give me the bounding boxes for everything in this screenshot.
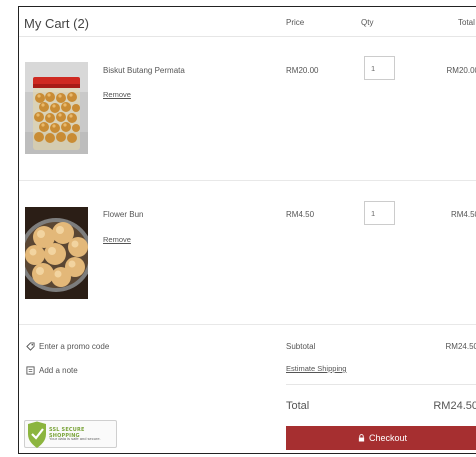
- item-price: RM20.00: [286, 66, 319, 75]
- total-value: RM24.50: [433, 400, 476, 412]
- cart-title: My Cart (2): [24, 16, 89, 31]
- checkout-label: Checkout: [368, 433, 408, 443]
- promo-code-link[interactable]: Enter a promo code: [26, 342, 110, 352]
- remove-item-link[interactable]: Remove: [103, 235, 131, 244]
- divider: [19, 180, 476, 181]
- product-name[interactable]: Biskut Butang Permata: [103, 66, 185, 75]
- column-header-price: Price: [286, 18, 305, 27]
- summary-divider: [286, 384, 476, 385]
- cart-panel: My Cart (2) Price Qty Total Biskut Butan…: [18, 6, 476, 454]
- cart-header: My Cart (2) Price Qty Total: [19, 7, 476, 37]
- item-total: RM4.50: [450, 210, 476, 219]
- add-note-label: Add a note: [39, 366, 78, 375]
- shield-check-icon: [28, 421, 46, 448]
- total-label: Total: [286, 400, 310, 412]
- lock-icon: [358, 434, 365, 442]
- product-image-flower-bun[interactable]: [25, 207, 88, 299]
- column-header-total: Total: [458, 18, 475, 27]
- ssl-badge-subtitle: Your data is safe and secure.: [49, 436, 101, 441]
- promo-code-label: Enter a promo code: [39, 342, 110, 351]
- note-icon: [26, 366, 35, 375]
- ssl-secure-badge: SSL SECURE SHOPPING Your data is safe an…: [24, 420, 117, 448]
- subtotal-label: Subtotal: [286, 342, 316, 351]
- product-image-biskut[interactable]: [25, 62, 88, 154]
- product-name[interactable]: Flower Bun: [103, 210, 143, 219]
- divider: [19, 324, 476, 325]
- cookie-jar-image: [25, 62, 88, 154]
- quantity-input[interactable]: [364, 201, 395, 225]
- checkout-button[interactable]: Checkout: [286, 426, 476, 450]
- column-header-qty: Qty: [361, 18, 374, 27]
- add-note-link[interactable]: Add a note: [26, 366, 78, 375]
- subtotal-value: RM24.50: [445, 342, 476, 351]
- flower-bun-image: [25, 207, 88, 299]
- item-price: RM4.50: [286, 210, 315, 219]
- quantity-input[interactable]: [364, 56, 395, 80]
- remove-item-link[interactable]: Remove: [103, 90, 131, 99]
- item-total: RM20.00: [446, 66, 476, 75]
- estimate-shipping-link[interactable]: Estimate Shipping: [286, 364, 346, 373]
- tag-icon: [26, 342, 35, 352]
